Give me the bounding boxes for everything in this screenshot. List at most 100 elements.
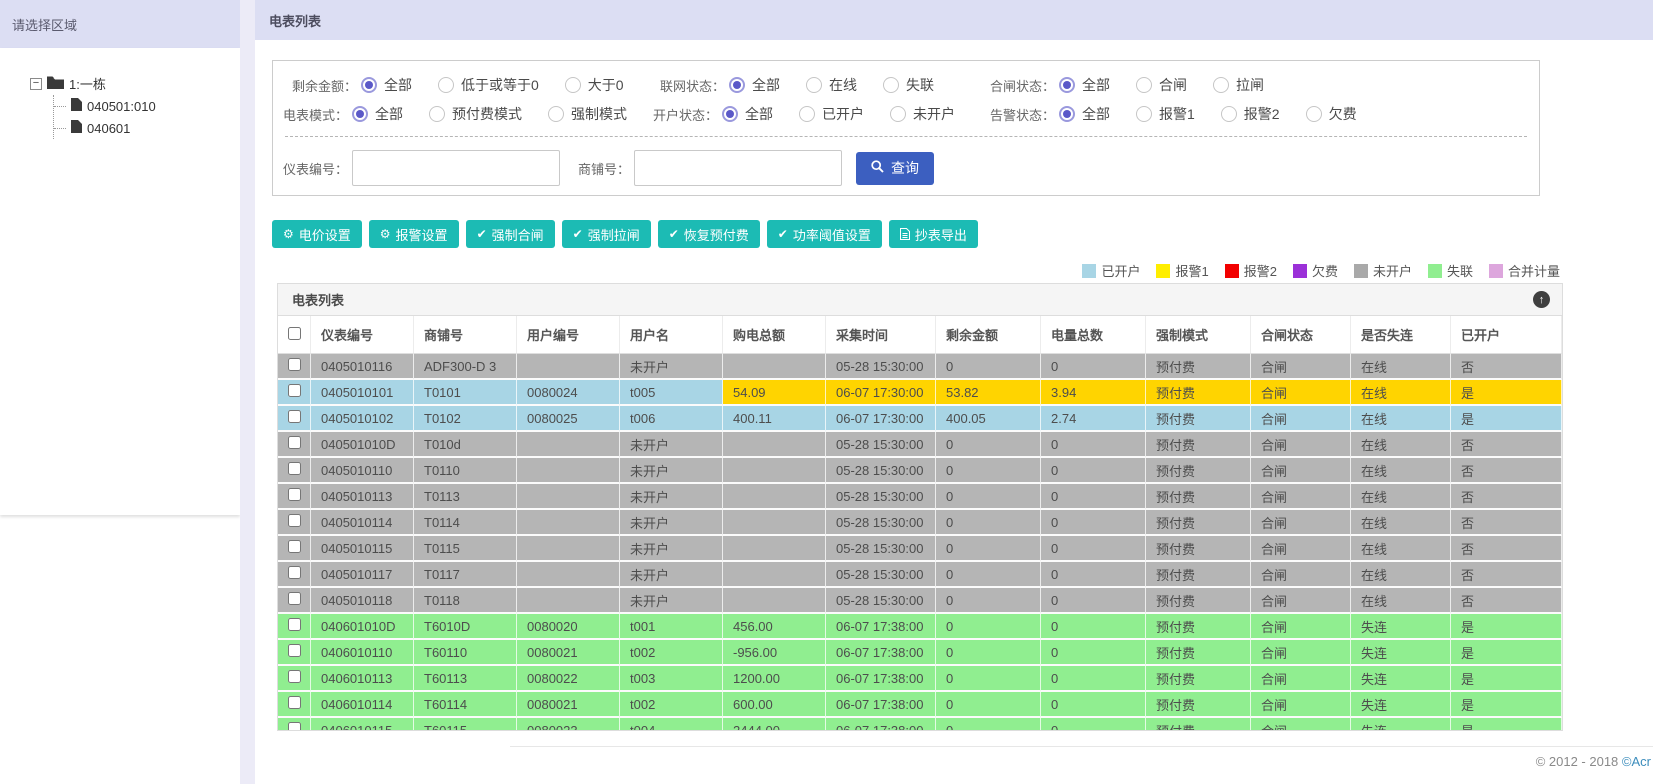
force-close-switch-button[interactable]: ✔ 强制合闸 [465, 220, 555, 248]
table-row[interactable]: 0405010110 T0110 未开户 05-28 15:30:00 0 0 预付费 合闸在… [278, 458, 1562, 484]
copyright-link[interactable]: ©Acr [1622, 754, 1651, 769]
table-row[interactable]: 0406010113 T60113 0080022 t003 1200.00 06-07 … [278, 666, 1562, 692]
radio-circle-icon[interactable] [799, 106, 815, 122]
radio-circle-icon[interactable] [361, 77, 377, 93]
row-checkbox[interactable] [287, 540, 301, 553]
radio-circle-icon[interactable] [548, 106, 565, 122]
row-checkbox[interactable] [287, 488, 301, 501]
table-cell: 0 [936, 484, 1041, 510]
row-checkbox[interactable] [287, 410, 301, 423]
search-button[interactable]: 查询 [856, 151, 935, 185]
radio-option[interactable]: 全部 [722, 104, 773, 124]
radio-option[interactable]: 未开户 [890, 104, 955, 124]
row-checkbox[interactable] [287, 436, 301, 449]
radio-circle-icon[interactable] [352, 106, 369, 122]
table-cell: 06-07 17:30:00 [826, 406, 936, 432]
collapse-minus-icon[interactable]: − [30, 77, 42, 90]
table-cell [517, 458, 620, 484]
radio-circle-icon[interactable] [1136, 106, 1152, 122]
radio-option[interactable]: 全部 [729, 75, 780, 95]
radio-option[interactable]: 大于0 [564, 75, 624, 95]
radio-circle-icon[interactable] [806, 77, 822, 93]
radio-circle-icon[interactable] [564, 77, 581, 93]
shop-no-input[interactable] [634, 150, 843, 186]
collapse-panel-button[interactable]: ↑ [1533, 291, 1550, 308]
radio-option[interactable]: 拉闸 [1213, 75, 1264, 95]
row-checkbox[interactable] [287, 384, 301, 397]
radio-option[interactable]: 在线 [806, 75, 857, 95]
select-all-checkbox[interactable] [287, 326, 301, 340]
table-row[interactable]: 0405010114 T0114 未开户 05-28 15:30:00 0 0 预付费 合闸在… [278, 510, 1562, 536]
radio-circle-icon[interactable] [729, 77, 745, 93]
table-row[interactable]: 0405010101 T0101 0080024 t005 54.09 06-07 17:… [278, 380, 1562, 406]
meter-no-input[interactable] [352, 150, 561, 186]
radio-option[interactable]: 全部 [361, 75, 412, 95]
table-row[interactable]: 0405010113 T0113 未开户 05-28 15:30:00 0 0 预付费 合闸在… [278, 484, 1562, 510]
table-cell: 合闸 [1251, 588, 1351, 614]
radio-circle-icon[interactable] [1220, 106, 1237, 122]
radio-option[interactable]: 已开户 [799, 104, 864, 124]
radio-option[interactable]: 全部 [1059, 104, 1110, 124]
radio-option-label: 报警1 [1159, 106, 1195, 122]
meter-reading-export-button[interactable]: 抄表导出 [888, 220, 978, 248]
radio-option[interactable]: 全部 [1059, 75, 1110, 95]
radio-option[interactable]: 合闸 [1136, 75, 1187, 95]
radio-circle-icon[interactable] [1213, 77, 1229, 93]
radio-circle-icon[interactable] [1059, 77, 1075, 93]
table-row[interactable]: 0405010118 T0118 未开户 05-28 15:30:00 0 0 预付费 合闸在… [278, 588, 1562, 614]
force-open-switch-button[interactable]: ✔ 强制拉闸 [561, 220, 651, 248]
radio-option-label: 未开户 [913, 106, 955, 122]
row-checkbox[interactable] [287, 462, 301, 475]
table-cell: ADF300-D 3 [414, 354, 517, 380]
radio-option[interactable]: 报警2 [1220, 104, 1280, 124]
row-checkbox[interactable] [287, 514, 301, 527]
table-row[interactable]: 040501010D T010d 未开户 05-28 15:30:00 0 0 预付费 合闸在… [278, 432, 1562, 458]
row-checkbox[interactable] [287, 670, 301, 683]
radio-option[interactable]: 预付费模式 [429, 104, 522, 124]
table-row[interactable]: 0405010102 T0102 0080025 t006 400.11 06-07 17… [278, 406, 1562, 432]
tree-children: 040501:010 040601 [53, 95, 240, 139]
radio-circle-icon[interactable] [883, 77, 899, 93]
tree-node[interactable]: 040501:010 [54, 95, 240, 117]
row-checkbox[interactable] [287, 644, 301, 657]
table-row[interactable]: 0406010115 T60115 0080023 t004 2444.00 06-07 … [278, 718, 1562, 730]
row-checkbox[interactable] [287, 592, 301, 605]
radio-circle-icon[interactable] [890, 106, 906, 122]
radio-circle-icon[interactable] [1136, 77, 1152, 93]
table-row[interactable]: 0405010117 T0117 未开户 05-28 15:30:00 0 0 预付费 合闸在… [278, 562, 1562, 588]
power-threshold-button[interactable]: ✔ 功率阈值设置 [766, 220, 882, 248]
table-cell: 0080024 [517, 380, 620, 406]
row-checkbox[interactable] [287, 696, 301, 709]
table-cell: 合闸 [1251, 432, 1351, 458]
radio-circle-icon[interactable] [438, 77, 454, 93]
toolbar-button-label: 恢复预付费 [683, 227, 749, 243]
table-row[interactable]: 0406010110 T60110 0080021 t002 -956.00 06-07 … [278, 640, 1562, 666]
table-row[interactable]: 040601010D T6010D 0080020 t001 456.00 06-07 1… [278, 614, 1562, 640]
radio-circle-icon[interactable] [1305, 106, 1322, 122]
radio-option[interactable]: 欠费 [1305, 104, 1357, 124]
radio-option[interactable]: 报警1 [1136, 104, 1195, 124]
row-checkbox[interactable] [287, 358, 301, 371]
restore-prepaid-button[interactable]: ✔ 恢复预付费 [657, 220, 760, 248]
column-header: 是否失连 [1351, 316, 1451, 354]
radio-option[interactable]: 全部 [352, 104, 403, 124]
row-checkbox[interactable] [287, 618, 301, 631]
row-checkbox[interactable] [287, 722, 301, 730]
table-row[interactable]: 0405010116 ADF300-D 3 未开户 05-28 15:30:00 0 0 预… [278, 354, 1562, 380]
radio-option[interactable]: 低于或等于0 [438, 75, 539, 95]
radio-circle-icon[interactable] [722, 106, 738, 122]
tree-node[interactable]: 040601 [54, 117, 240, 139]
radio-option[interactable]: 强制模式 [548, 104, 627, 124]
table-row[interactable]: 0405010115 T0115 未开户 05-28 15:30:00 0 0 预付费 合闸在… [278, 536, 1562, 562]
radio-circle-icon[interactable] [429, 106, 446, 122]
row-checkbox[interactable] [287, 566, 301, 579]
radio-option[interactable]: 失联 [883, 75, 934, 95]
table-cell: 合闸 [1251, 562, 1351, 588]
tree-root[interactable]: − 1:一栋 [30, 74, 240, 93]
radio-circle-icon[interactable] [1059, 106, 1075, 122]
alarm-settings-button[interactable]: ⚙ 报警设置 [368, 220, 459, 248]
radio-option-label: 预付费模式 [452, 106, 523, 122]
price-settings-button[interactable]: ⚙ 电价设置 [272, 220, 362, 248]
table-cell: 失连 [1351, 718, 1451, 730]
table-row[interactable]: 0406010114 T60114 0080021 t002 600.00 06-07 1… [278, 692, 1562, 718]
